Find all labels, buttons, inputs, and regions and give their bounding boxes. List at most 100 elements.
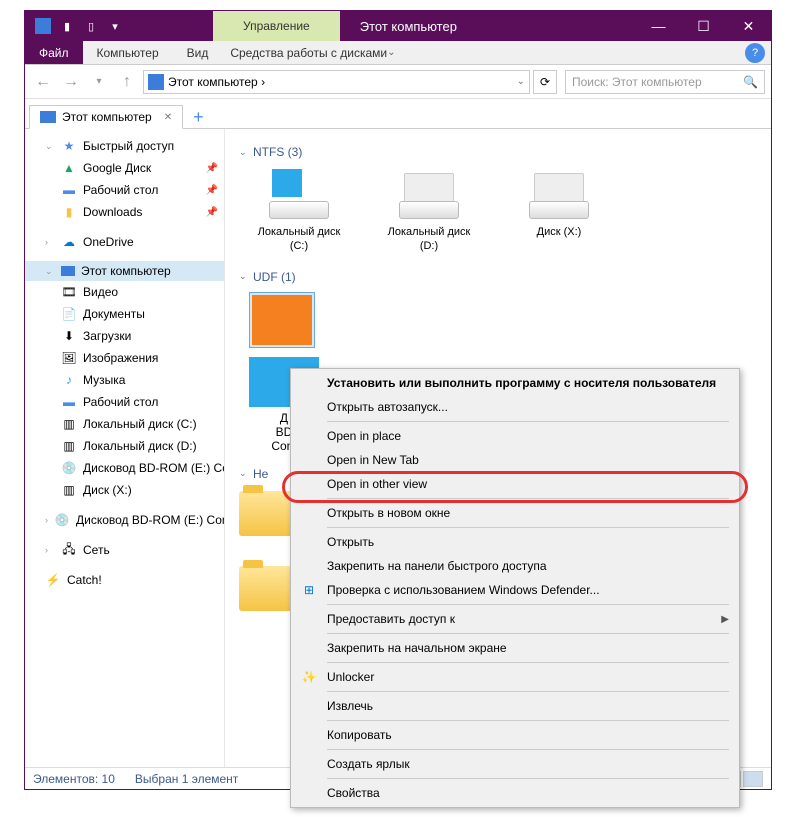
close-button[interactable]: ✕ <box>726 11 771 41</box>
quick-access-toolbar: ▮ ▯ ▾ <box>25 18 133 34</box>
chevron-right-icon: ▶ <box>721 614 729 625</box>
chevron-down-icon[interactable]: ⌄ <box>517 76 525 87</box>
ctx-open-new-window[interactable]: Открыть в новом окне <box>293 501 737 525</box>
sidebar-item-quick-access[interactable]: ⌄★Быстрый доступ <box>25 135 224 157</box>
drive-label: Локальный диск (D:) <box>379 225 479 254</box>
status-item-count: Элементов: 10 <box>33 772 115 786</box>
ctx-pin-start[interactable]: Закрепить на начальном экране <box>293 636 737 660</box>
ribbon-tab-view[interactable]: Вид <box>173 46 223 60</box>
drive-label: Диск (X:) <box>509 225 609 239</box>
sidebar-item-pictures[interactable]: 🖼Изображения <box>25 347 224 369</box>
pc-icon <box>40 111 56 123</box>
sidebar-item-bdrom[interactable]: 💿Дисковод BD-ROM (E:) Co <box>25 457 224 479</box>
minimize-button[interactable]: — <box>636 11 681 41</box>
picture-icon: 🖼 <box>61 350 77 366</box>
ctx-share[interactable]: Предоставить доступ к▶ <box>293 607 737 631</box>
ctx-open-new-tab[interactable]: Open in New Tab <box>293 448 737 472</box>
sidebar-item-videos[interactable]: 🎞Видео <box>25 281 224 303</box>
drive-icon: ▥ <box>61 482 77 498</box>
refresh-button[interactable]: ⟳ <box>533 70 557 94</box>
breadcrumb[interactable]: Этот компьютер › <box>168 75 265 89</box>
ctx-pin-quick[interactable]: Закрепить на панели быстрого доступа <box>293 554 737 578</box>
system-icon[interactable] <box>35 18 51 34</box>
video-icon: 🎞 <box>61 284 77 300</box>
document-icon: 📄 <box>61 306 77 322</box>
view-large-button[interactable] <box>743 771 763 787</box>
navigation-pane: ⌄★Быстрый доступ ▲Google Диск📌 ▬Рабочий … <box>25 129 225 767</box>
ctx-open-other-view[interactable]: Open in other view <box>293 472 737 496</box>
drive-x[interactable]: Диск (X:) <box>509 169 609 254</box>
qat-icon[interactable]: ▮ <box>59 18 75 34</box>
disc-icon: 💿 <box>61 460 77 476</box>
search-placeholder: Поиск: Этот компьютер <box>572 75 702 89</box>
desktop-icon: ▬ <box>61 182 77 198</box>
ribbon-collapse-icon[interactable]: ⌄ <box>387 47 395 58</box>
pc-icon <box>61 266 75 276</box>
back-button[interactable]: ← <box>31 70 55 94</box>
ctx-open[interactable]: Открыть <box>293 530 737 554</box>
sidebar-item-desktop[interactable]: ▬Рабочий стол <box>25 391 224 413</box>
sidebar-item-bdrom[interactable]: ›💿Дисковод BD-ROM (E:) Com <box>25 509 224 531</box>
drive-c[interactable]: Локальный диск (C:) <box>249 169 349 254</box>
sidebar-item-catch[interactable]: ⚡Catch! <box>25 569 224 591</box>
tab-bar: Этот компьютер ✕ + <box>25 99 771 129</box>
star-icon: ★ <box>61 138 77 154</box>
ribbon-tab-computer[interactable]: Компьютер <box>83 46 173 60</box>
ctx-unlocker[interactable]: ✨Unlocker <box>293 665 737 689</box>
gdrive-icon: ▲ <box>61 160 77 176</box>
recent-dropdown-icon[interactable]: ▾ <box>87 70 111 94</box>
ctx-autorun[interactable]: Открыть автозапуск... <box>293 395 737 419</box>
help-icon[interactable]: ? <box>745 43 765 63</box>
ribbon-file-tab[interactable]: Файл <box>25 41 83 64</box>
sidebar-item-desktop[interactable]: ▬Рабочий стол📌 <box>25 179 224 201</box>
wand-icon: ✨ <box>301 669 317 685</box>
close-tab-icon[interactable]: ✕ <box>164 112 172 123</box>
onedrive-icon: ☁ <box>61 234 77 250</box>
status-selection: Выбран 1 элемент <box>135 772 238 786</box>
sidebar-item-downloads[interactable]: ⬇Загрузки <box>25 325 224 347</box>
sidebar-item-disk-x[interactable]: ▥Диск (X:) <box>25 479 224 501</box>
new-tab-button[interactable]: + <box>183 107 214 128</box>
qat-icon[interactable]: ▯ <box>83 18 99 34</box>
address-bar[interactable]: Этот компьютер › ⌄ <box>143 70 530 94</box>
drive-icon: ▥ <box>61 416 77 432</box>
ctx-copy[interactable]: Копировать <box>293 723 737 747</box>
drive-label: Локальный диск (C:) <box>249 225 349 254</box>
sidebar-item-documents[interactable]: 📄Документы <box>25 303 224 325</box>
windows-icon <box>272 169 302 197</box>
section-header-ntfs[interactable]: ⌄NTFS (3) <box>239 145 757 159</box>
drive-icon: ▥ <box>61 438 77 454</box>
sidebar-item-this-pc[interactable]: ⌄Этот компьютер <box>25 261 224 281</box>
drive-bdrom-selected[interactable] <box>249 292 315 348</box>
ctx-defender[interactable]: ⊞Проверка с использованием Windows Defen… <box>293 578 737 602</box>
drive-d[interactable]: Локальный диск (D:) <box>379 169 479 254</box>
sidebar-item-music[interactable]: ♪Музыка <box>25 369 224 391</box>
tab-this-pc[interactable]: Этот компьютер ✕ <box>29 105 183 129</box>
ribbon-tab-tools[interactable]: Средства работы с дисками <box>230 46 387 60</box>
ribbon-context-tab[interactable]: Управление <box>213 11 340 41</box>
qat-dropdown-icon[interactable]: ▾ <box>107 18 123 34</box>
pc-icon <box>148 74 164 90</box>
sidebar-item-disk-d[interactable]: ▥Локальный диск (D:) <box>25 435 224 457</box>
navigation-bar: ← → ▾ ↑ Этот компьютер › ⌄ ⟳ Поиск: Этот… <box>25 65 771 99</box>
window-title: Этот компьютер <box>340 11 477 41</box>
up-button[interactable]: ↑ <box>115 70 139 94</box>
tab-label: Этот компьютер <box>62 110 152 124</box>
sidebar-item-downloads[interactable]: ▮Downloads📌 <box>25 201 224 223</box>
search-input[interactable]: Поиск: Этот компьютер 🔍 <box>565 70 765 94</box>
sidebar-item-network[interactable]: ›🖧Сеть <box>25 539 224 561</box>
folder-icon: ▮ <box>61 204 77 220</box>
maximize-button[interactable]: ☐ <box>681 11 726 41</box>
ctx-properties[interactable]: Свойства <box>293 781 737 805</box>
sidebar-item-disk-c[interactable]: ▥Локальный диск (C:) <box>25 413 224 435</box>
ctx-open-in-place[interactable]: Open in place <box>293 424 737 448</box>
network-icon: 🖧 <box>61 542 77 558</box>
ctx-eject[interactable]: Извлечь <box>293 694 737 718</box>
ctx-install[interactable]: Установить или выполнить программу с нос… <box>293 371 737 395</box>
section-header-udf[interactable]: ⌄UDF (1) <box>239 270 757 284</box>
forward-button[interactable]: → <box>59 70 83 94</box>
ribbon: Файл Компьютер Вид Средства работы с дис… <box>25 41 771 65</box>
ctx-shortcut[interactable]: Создать ярлык <box>293 752 737 776</box>
sidebar-item-gdrive[interactable]: ▲Google Диск📌 <box>25 157 224 179</box>
sidebar-item-onedrive[interactable]: ›☁OneDrive <box>25 231 224 253</box>
